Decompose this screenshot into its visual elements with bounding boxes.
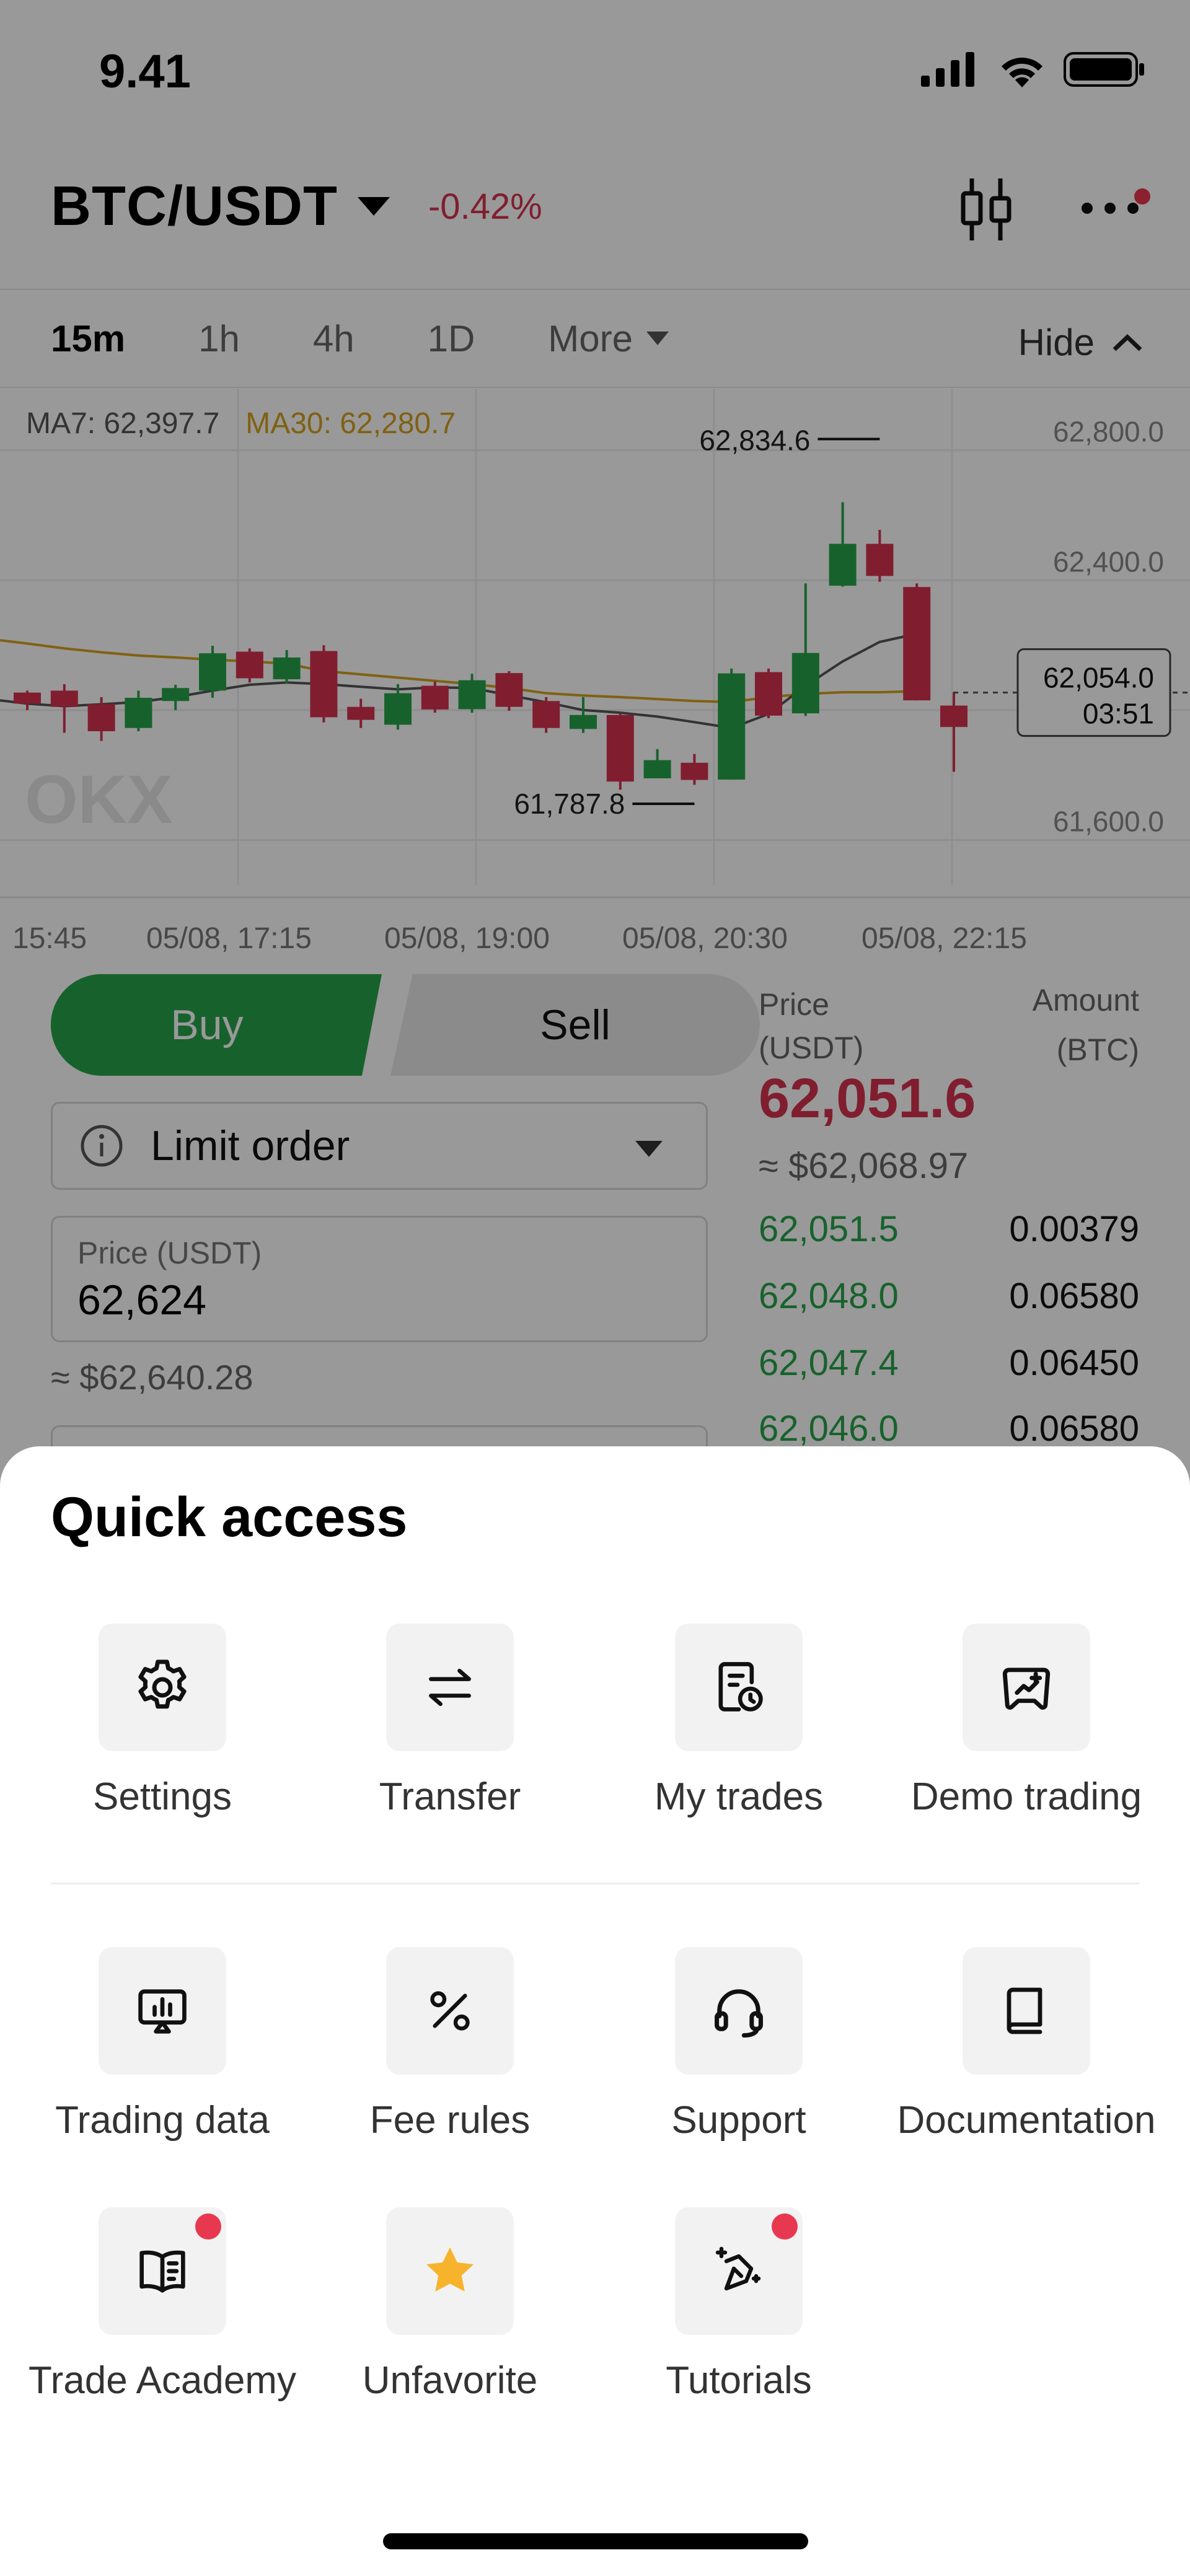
divider (51, 1883, 1139, 1884)
headset-icon (715, 1989, 763, 2038)
quick-documentation[interactable]: Documentation (883, 1947, 1170, 2142)
transfer-icon (429, 1668, 471, 1707)
quick-trading-data-label: Trading data (55, 2099, 270, 2142)
quick-support[interactable]: Support (595, 1947, 883, 2142)
notification-dot (772, 2213, 798, 2240)
quick-tutorials[interactable]: Tutorials (595, 2207, 883, 2402)
gear-icon (138, 1659, 187, 1709)
home-indicator[interactable] (383, 2533, 808, 2549)
trades-history-icon (718, 1662, 763, 1712)
sheet-title: Quick access (51, 1487, 408, 1549)
quick-trade-academy-label: Trade Academy (29, 2359, 296, 2402)
quick-settings-label: Settings (92, 1775, 232, 1818)
quick-my-trades[interactable]: My trades (595, 1624, 883, 1819)
quick-fee-rules-label: Fee rules (369, 2099, 531, 2142)
quick-support-label: Support (671, 2099, 806, 2142)
notification-dot (195, 2213, 221, 2240)
open-book-icon (139, 2250, 185, 2293)
quick-transfer-label: Transfer (379, 1775, 521, 1818)
quick-documentation-label: Documentation (897, 2099, 1156, 2142)
book-icon (1007, 1987, 1042, 2034)
quick-transfer[interactable]: Transfer (306, 1624, 594, 1819)
quick-settings[interactable]: Settings (19, 1624, 306, 1819)
demo-trading-icon (1002, 1668, 1051, 1710)
quick-my-trades-label: My trades (654, 1775, 824, 1818)
sparkle-icon (715, 2246, 761, 2291)
quick-fee-rules[interactable]: Fee rules (306, 1947, 594, 2142)
star-icon (426, 2247, 474, 2292)
percent-icon (430, 1991, 470, 2031)
quick-demo-trading[interactable]: Demo trading (883, 1624, 1170, 1819)
trading-data-icon (138, 1989, 187, 2034)
quick-trade-academy[interactable]: Trade Academy (19, 2207, 306, 2402)
quick-demo-trading-label: Demo trading (910, 1775, 1142, 1818)
quick-tutorials-label: Tutorials (666, 2359, 812, 2402)
quick-trading-data[interactable]: Trading data (19, 1947, 306, 2142)
quick-unfavorite[interactable]: Unfavorite (306, 2207, 594, 2402)
quick-unfavorite-label: Unfavorite (362, 2359, 538, 2402)
